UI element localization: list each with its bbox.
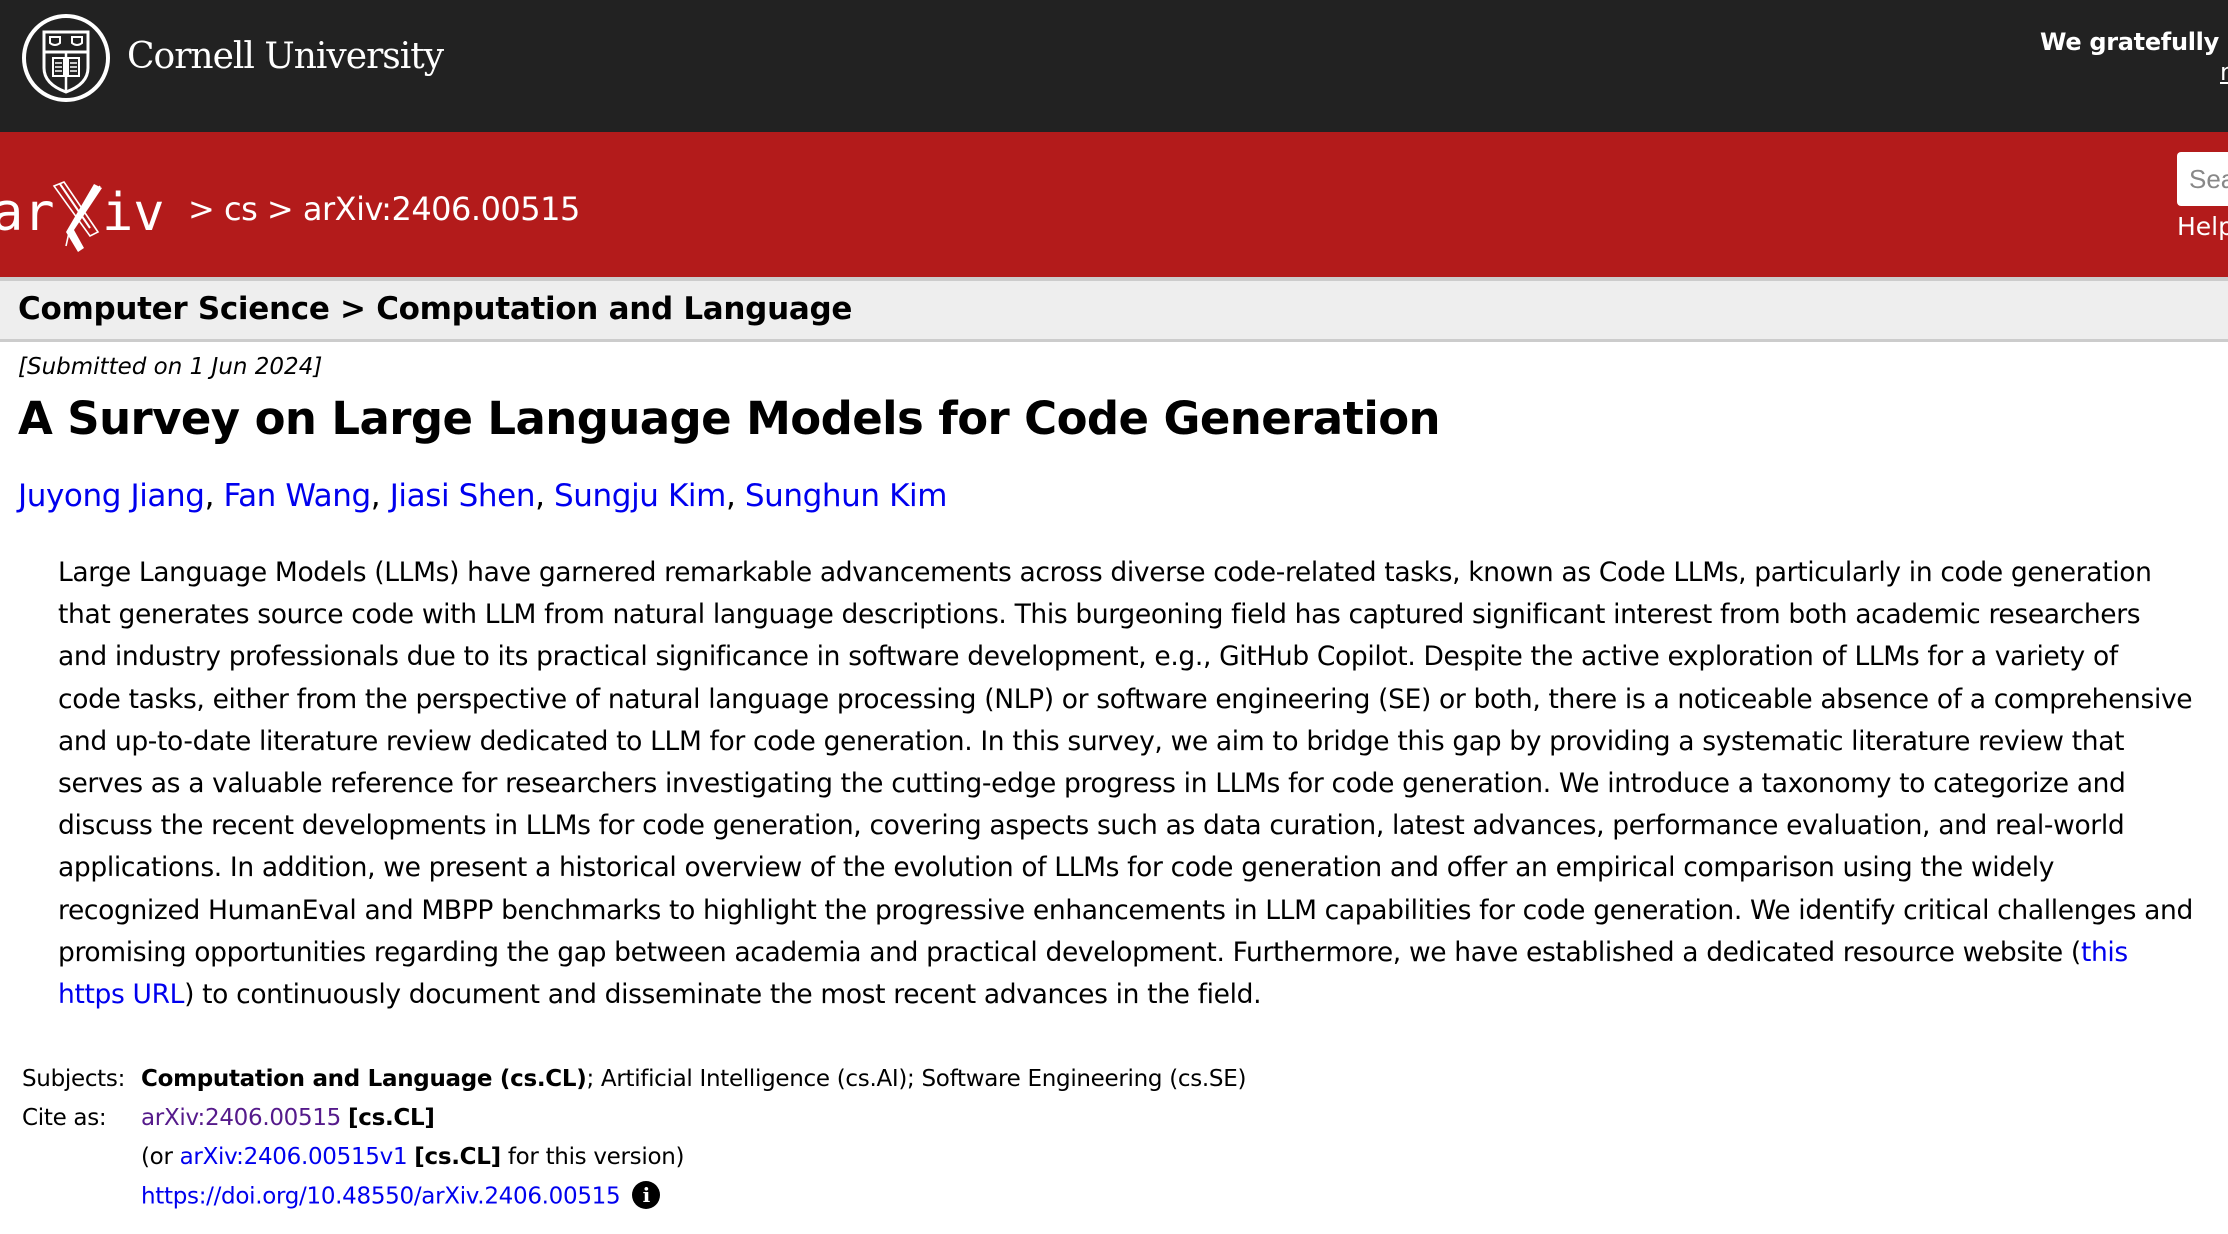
acknowledgement-link[interactable]: m <box>2220 58 2228 86</box>
abstract-line: applications. In addition, we present a … <box>58 852 2055 884</box>
abstract-line: recognized HumanEval and MBPP benchmarks… <box>58 894 2193 926</box>
abstract: Large Language Models (LLMs) have garner… <box>58 552 2228 1016</box>
other-subjects: ; Artificial Intelligence (cs.AI); Softw… <box>586 1066 1247 1092</box>
abstract-line: Large Language Models (LLMs) have garner… <box>58 557 2152 588</box>
author-separator: , <box>535 478 555 514</box>
paper-title: A Survey on Large Language Models for Co… <box>18 392 1441 445</box>
doi-link[interactable]: https://doi.org/10.48550/arXiv.2406.0051… <box>141 1184 621 1210</box>
author-separator: , <box>370 478 390 514</box>
author-separator: , <box>204 478 224 514</box>
author-link[interactable]: Sungju Kim <box>554 478 726 514</box>
cite-label: Cite as: <box>22 1105 107 1131</box>
abstract-text: ) to continuously document and dissemina… <box>184 979 1262 1011</box>
search-input[interactable] <box>2177 152 2228 206</box>
arxiv-logo-icon: ar iv <box>0 181 165 252</box>
resource-website-link[interactable]: this <box>2081 937 2128 968</box>
author-link[interactable]: Jiasi Shen <box>390 478 536 514</box>
version-prefix: (or <box>141 1144 180 1170</box>
subjects-value: Computation and Language (cs.CL); Artifi… <box>141 1066 1246 1092</box>
version-value: (or arXiv:2406.00515v1 [cs.CL] for this … <box>141 1144 684 1170</box>
version-category: [cs.CL] <box>414 1144 501 1170</box>
abstract-line: and up-to-date literature review dedicat… <box>58 725 2125 757</box>
resource-website-link[interactable]: https URL <box>58 979 184 1010</box>
author-link[interactable]: Juyong Jiang <box>18 478 205 514</box>
breadcrumb: > cs > arXiv:2406.00515 <box>188 190 580 228</box>
submission-date: [Submitted on 1 Jun 2024] <box>18 354 323 380</box>
abstract-line: and industry professionals due to its pr… <box>58 641 2118 673</box>
category-header: Computer Science > Computation and Langu… <box>0 277 2228 342</box>
breadcrumb-paper-id: arXiv:2406.00515 <box>302 190 580 228</box>
version-id-link[interactable]: arXiv:2406.00515v1 <box>180 1144 408 1170</box>
info-icon[interactable]: i <box>632 1181 661 1209</box>
abstract-line: discuss the recent developments in LLMs … <box>58 810 2125 842</box>
abstract-line: https URL) to continuously document and … <box>58 974 2228 1016</box>
abstract-text: promising opportunities regarding the ga… <box>58 936 2081 968</box>
author-separator: , <box>725 478 745 514</box>
cite-value: arXiv:2406.00515 [cs.CL] <box>141 1105 435 1131</box>
breadcrumb-cs[interactable]: cs <box>224 190 258 228</box>
version-suffix: for this version) <box>500 1144 685 1170</box>
subjects-label: Subjects: <box>22 1066 126 1092</box>
breadcrumb-separator: > <box>188 190 224 228</box>
abstract-line: promising opportunities regarding the ga… <box>58 932 2228 974</box>
cite-id-link[interactable]: arXiv:2406.00515 <box>141 1105 341 1131</box>
doi-value: https://doi.org/10.48550/arXiv.2406.0051… <box>141 1181 661 1211</box>
author-link[interactable]: Fan Wang <box>223 478 371 514</box>
author-list: Juyong Jiang, Fan Wang, Jiasi Shen, Sung… <box>18 478 947 514</box>
abstract-line: code tasks, either from the perspective … <box>58 683 2193 715</box>
acknowledgement-text: We gratefully ac <box>2040 28 2228 56</box>
primary-subject: Computation and Language (cs.CL) <box>141 1066 587 1092</box>
help-link[interactable]: Help <box>2177 212 2228 241</box>
svg-text:iv: iv <box>102 183 165 243</box>
abstract-line: serves as a valuable reference for resea… <box>58 768 2126 800</box>
category-path: Computer Science > Computation and Langu… <box>18 291 853 327</box>
breadcrumb-separator: > <box>257 190 303 228</box>
svg-text:ar: ar <box>0 183 55 243</box>
cite-category: [cs.CL] <box>348 1105 435 1131</box>
cornell-seal-icon <box>22 14 110 102</box>
institution-name[interactable]: Cornell University <box>127 36 444 77</box>
cornell-header: Cornell University We gratefully ac m <box>0 0 2228 132</box>
abstract-line: that generates source code with LLM from… <box>58 599 2141 631</box>
author-link[interactable]: Sunghun Kim <box>745 478 948 514</box>
